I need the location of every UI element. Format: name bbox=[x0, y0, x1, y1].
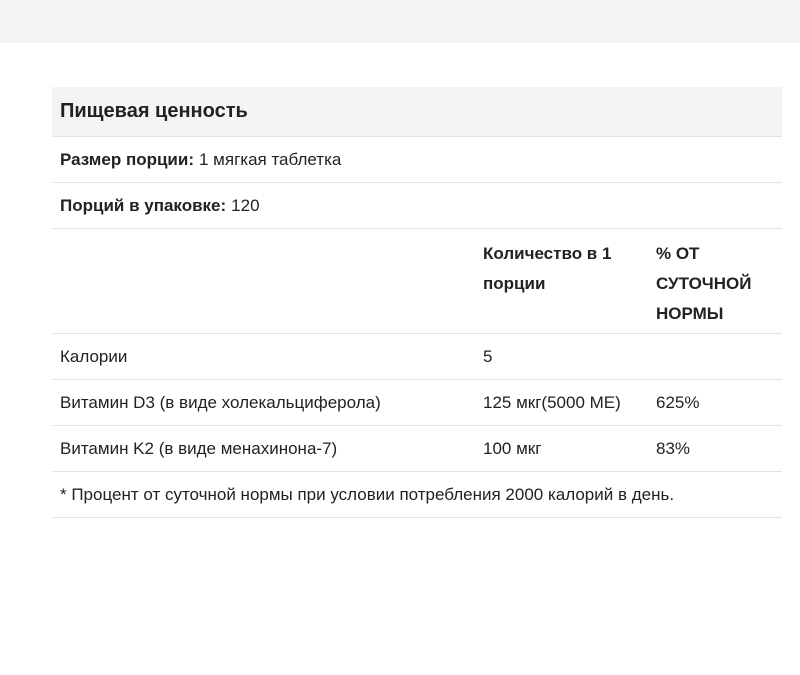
nutrient-amount: 100 мкг bbox=[483, 438, 542, 458]
nutrient-amount: 5 bbox=[483, 346, 493, 366]
nutrient-name: Витамин D3 (в виде холекальциферола) bbox=[60, 392, 381, 412]
nutrient-amount: 125 мкг(5000 МЕ) bbox=[483, 392, 621, 412]
header-amount: Количество в 1 порции bbox=[483, 244, 612, 293]
table-row: Витамин D3 (в виде холекальциферола) 125… bbox=[52, 380, 782, 426]
nutrient-daily-value: 625% bbox=[656, 392, 700, 412]
nutrient-name: Калории bbox=[60, 346, 128, 366]
nutrient-name: Витамин K2 (в виде менахинона-7) bbox=[60, 438, 338, 458]
servings-per-container-row: Порций в упаковке: 120 bbox=[52, 183, 782, 229]
nutrition-title: Пищевая ценность bbox=[52, 87, 782, 137]
column-header-row: Количество в 1 порции % ОТ СУТОЧНОЙ НОРМ… bbox=[52, 229, 782, 334]
nutrient-daily-value: 83% bbox=[656, 438, 691, 458]
serving-size-row: Размер порции: 1 мягкая таблетка bbox=[52, 137, 782, 183]
top-band bbox=[0, 0, 800, 43]
table-row: Калории 5 bbox=[52, 334, 782, 380]
footnote: * Процент от суточной нормы при условии … bbox=[52, 472, 782, 518]
table-row: Витамин K2 (в виде менахинона-7) 100 мкг… bbox=[52, 426, 782, 472]
servings-label: Порций в упаковке: bbox=[60, 195, 227, 215]
nutrition-facts-table: Пищевая ценность Размер порции: 1 мягкая… bbox=[52, 87, 782, 518]
serving-size-value: 1 мягкая таблетка bbox=[199, 149, 342, 169]
servings-value: 120 bbox=[231, 195, 260, 215]
header-daily-value: % ОТ СУТОЧНОЙ НОРМЫ bbox=[656, 244, 752, 323]
serving-size-label: Размер порции: bbox=[60, 149, 194, 169]
